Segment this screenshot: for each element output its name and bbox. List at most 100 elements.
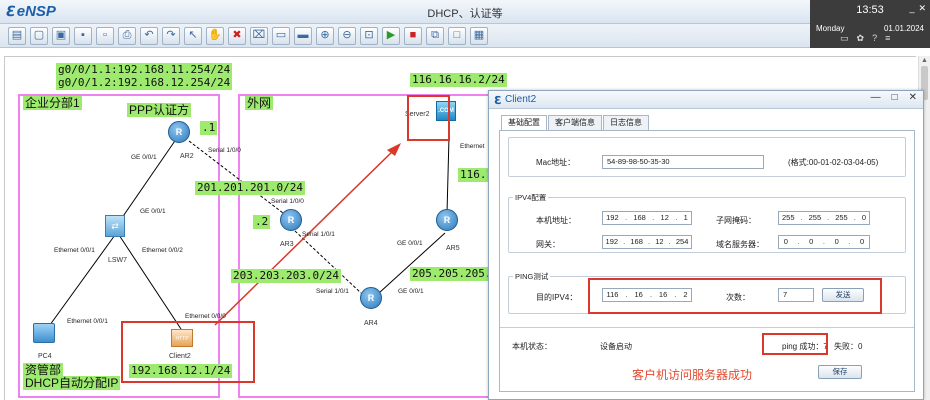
mac-hint: (格式:00-01-02-03-04-05): [788, 158, 879, 167]
pan-icon[interactable]: ✋: [206, 26, 224, 45]
octet: 168: [633, 213, 646, 222]
ar3-serial100-label: Serial 1/0/0: [271, 198, 304, 205]
ar5-ge-label: GE 0/0/1: [397, 240, 423, 247]
clock-date: 01.01.2024: [883, 24, 924, 33]
dot: .: [624, 213, 628, 222]
octet: 192: [605, 237, 619, 246]
close-icon[interactable]: ✕: [909, 92, 917, 103]
dot: .: [652, 213, 655, 222]
router-ar2-icon[interactable]: R: [168, 121, 190, 143]
delete-icon[interactable]: ✖: [228, 26, 246, 45]
start-icon[interactable]: ▶: [382, 26, 400, 45]
client2-dialog: ℇ Client2 — □ ✕ 基础配置 客户端信息 日志信息 Mac地址： 5…: [488, 90, 924, 400]
tab-client-info[interactable]: 客户端信息: [548, 115, 602, 130]
text-icon[interactable]: ▭: [272, 26, 290, 45]
lsw7-label: LSW7: [108, 257, 128, 264]
dot: .: [797, 237, 800, 246]
tab-basic-config[interactable]: 基础配置: [501, 115, 547, 130]
stop-icon[interactable]: ■: [404, 26, 422, 45]
dot: .: [800, 213, 803, 222]
octet: 0: [834, 237, 839, 246]
lsw7-eth002-label: Ethernet 0/0/2: [142, 247, 183, 254]
fit-icon[interactable]: ⊡: [360, 26, 378, 45]
dot: .: [648, 237, 651, 246]
ping-group-title: PING测试: [513, 271, 551, 282]
rectangle-icon[interactable]: ▬: [294, 26, 312, 45]
router-ar4-icon[interactable]: R: [360, 287, 382, 309]
help-icon[interactable]: ?: [872, 33, 877, 44]
ar3-label: AR3: [280, 241, 294, 248]
undo-icon[interactable]: ↶: [140, 26, 158, 45]
gateway-label: 网关：: [536, 240, 560, 249]
print-icon[interactable]: ⎙: [118, 26, 136, 45]
ppp-auth-label: PPP认证方: [127, 103, 192, 117]
octet: 0: [809, 237, 814, 246]
dot: .: [822, 237, 825, 246]
switch-lsw7-icon[interactable]: ⇄: [105, 215, 125, 237]
ar2-label: AR2: [180, 153, 194, 160]
console-icon[interactable]: ▦: [470, 26, 488, 45]
mac-input[interactable]: 54-89-98-50-35-30: [602, 155, 764, 169]
octet: 255: [782, 213, 795, 222]
zone-dept-title: 资管部: [23, 363, 64, 377]
ipv4-group-title: IPV4配置: [513, 192, 549, 203]
pc4-label: PC4: [38, 353, 52, 360]
select-icon[interactable]: ↖: [184, 26, 202, 45]
link-ar5-server: [446, 136, 450, 214]
pc4-icon[interactable]: [33, 323, 55, 343]
system-clock: _ ✕ 13:53 Monday 01.01.2024 ▭ ✿ ? ≡: [810, 0, 930, 48]
ip-dot2-label: .2: [253, 215, 271, 229]
lsw7-ge001-label: GE 0/0/1: [140, 208, 166, 215]
client2-eth-label: Ethernet 0/0/0: [185, 313, 226, 320]
router-ar5-icon[interactable]: R: [436, 209, 458, 231]
zone-wan-title: 外网: [245, 96, 274, 110]
local-addr-input[interactable]: 192. 168. 12. 1: [602, 211, 692, 225]
chat-icon[interactable]: ▭: [840, 33, 849, 44]
open-icon[interactable]: ▣: [52, 26, 70, 45]
router-ar3-icon[interactable]: R: [280, 209, 302, 231]
menu-icon[interactable]: ≡: [885, 33, 890, 44]
maximize-icon[interactable]: □: [892, 92, 898, 103]
capture-icon[interactable]: ⧉: [426, 26, 444, 45]
redo-icon[interactable]: ↷: [162, 26, 180, 45]
octet: 254: [675, 237, 689, 246]
dhcp-note: DHCP自动分配IP: [23, 376, 121, 390]
ar4-serial-label: Serial 1/0/1: [316, 288, 349, 295]
fail-count: 失败：0: [834, 342, 863, 351]
dialog-titlebar: ℇ Client2 — □ ✕: [489, 91, 923, 109]
scroll-up-icon[interactable]: ▲: [921, 57, 928, 64]
octet: 255: [835, 213, 848, 222]
ip-dot1-label: .1: [200, 121, 218, 135]
new-icon[interactable]: ▢: [30, 26, 48, 45]
huawei-icon[interactable]: ✿: [857, 33, 865, 44]
zoom-out-icon[interactable]: ⊖: [338, 26, 356, 45]
zoom-in-icon[interactable]: ⊕: [316, 26, 334, 45]
tray-icons: ▭ ✿ ? ≡: [840, 33, 890, 44]
delete-links-icon[interactable]: ⌧: [250, 26, 268, 45]
save-as-icon[interactable]: ▫: [96, 26, 114, 45]
dns-input[interactable]: 0. 0. 0. 0: [778, 235, 870, 249]
lsw7-eth001-label: Ethernet 0/0/1: [54, 247, 95, 254]
gateway-input[interactable]: 192. 168. 12. 254: [602, 235, 692, 249]
topo-icon[interactable]: □: [448, 26, 466, 45]
octet: 255: [808, 213, 822, 222]
ip-201-label: 201.201.201.0/24: [195, 181, 305, 195]
mask-input[interactable]: 255. 255. 255. 0: [778, 211, 870, 225]
pc4-eth-label: Ethernet 0/0/1: [67, 318, 108, 325]
octet: 168: [630, 237, 643, 246]
octet: 192: [606, 213, 619, 222]
save-button[interactable]: 保存: [818, 365, 862, 379]
octet: 1: [683, 213, 688, 222]
tab-log-info[interactable]: 日志信息: [603, 115, 649, 130]
toolbar: ▤ ▢ ▣ ▪ ▫ ⎙ ↶ ↷ ↖ ✋ ✖ ⌧ ▭ ▬ ⊕ ⊖ ⊡ ▶ ■ ⧉ …: [0, 24, 810, 48]
dot: .: [848, 237, 851, 246]
new-topo-icon[interactable]: ▤: [8, 26, 26, 45]
minimize-icon[interactable]: —: [871, 92, 881, 103]
save-icon[interactable]: ▪: [74, 26, 92, 45]
zone-branch-title: 企业分部1: [23, 96, 82, 110]
dot: .: [827, 213, 830, 222]
target-label: 目的IPV4：: [536, 293, 578, 302]
octet: 12: [660, 213, 669, 222]
server-eth-label: Ethernet: [460, 143, 485, 150]
dot: .: [623, 237, 626, 246]
